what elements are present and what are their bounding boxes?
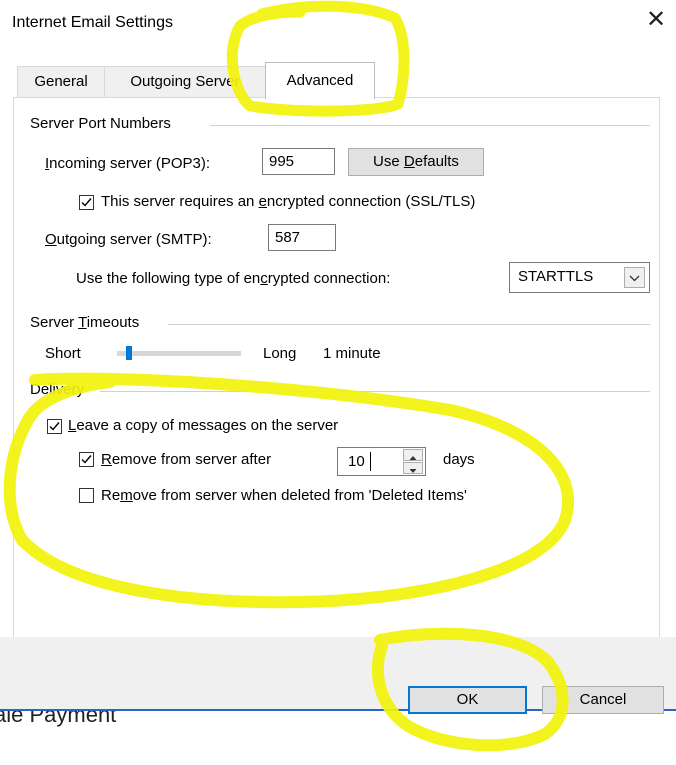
background-text: ale Payment (0, 711, 117, 727)
tab-general[interactable]: General (17, 66, 105, 97)
encryption-type-label: Use the following type of encrypted conn… (76, 270, 391, 287)
timeout-slider-track[interactable] (117, 351, 241, 356)
spinner-down-icon[interactable] (403, 462, 423, 474)
ssl-label: This server requires an encrypted connec… (101, 193, 476, 210)
remove-after-checkbox[interactable] (79, 452, 94, 467)
timeout-short-label: Short (45, 345, 81, 362)
group-delivery: Delivery (30, 381, 89, 398)
text-caret (370, 452, 371, 471)
days-value: 10 (348, 453, 365, 470)
encryption-type-value: STARTTLS (518, 268, 594, 285)
group-server-port-numbers: Server Port Numbers (30, 115, 175, 132)
incoming-port-input[interactable] (262, 148, 335, 175)
timeout-slider-thumb[interactable] (126, 346, 133, 360)
cancel-button[interactable]: Cancel (542, 686, 664, 714)
tab-advanced[interactable]: Advanced (265, 62, 375, 99)
leave-copy-label: Leave a copy of messages on the server (68, 417, 339, 434)
background-window-fragment: ale Payment (0, 711, 676, 765)
timeout-value: 1 minute (323, 345, 381, 362)
timeout-long-label: Long (263, 345, 297, 362)
checkmark-icon (81, 455, 92, 464)
ok-button[interactable]: OK (408, 686, 527, 714)
group-divider (100, 391, 650, 392)
ssl-checkbox[interactable] (79, 195, 94, 210)
tab-outgoing-server[interactable]: Outgoing Server (104, 66, 266, 97)
remove-deleted-label: Remove from server when deleted from 'De… (101, 487, 467, 504)
days-label: days (443, 451, 475, 468)
group-divider (168, 324, 650, 325)
checkmark-icon (49, 422, 60, 431)
leave-copy-checkbox[interactable] (47, 419, 62, 434)
checkmark-icon (81, 198, 92, 207)
group-divider (210, 125, 650, 126)
tab-panel-advanced (13, 97, 660, 639)
chevron-down-icon[interactable] (624, 267, 645, 288)
encryption-type-select[interactable]: STARTTLS (509, 262, 650, 293)
use-defaults-button[interactable]: Use Defaults (348, 148, 484, 176)
outgoing-server-label: Outgoing server (SMTP): (45, 231, 212, 248)
days-spinner[interactable]: 10 (337, 447, 426, 476)
remove-after-label: Remove from server after (101, 451, 272, 468)
spinner-up-icon[interactable] (403, 449, 423, 461)
group-server-timeouts: Server Timeouts (30, 314, 144, 331)
incoming-server-label: Incoming server (POP3): (45, 155, 211, 172)
outgoing-port-input[interactable] (268, 224, 336, 251)
dialog-title: Internet Email Settings (12, 14, 173, 31)
close-icon[interactable]: ✕ (646, 8, 666, 32)
remove-deleted-checkbox[interactable] (79, 488, 94, 503)
